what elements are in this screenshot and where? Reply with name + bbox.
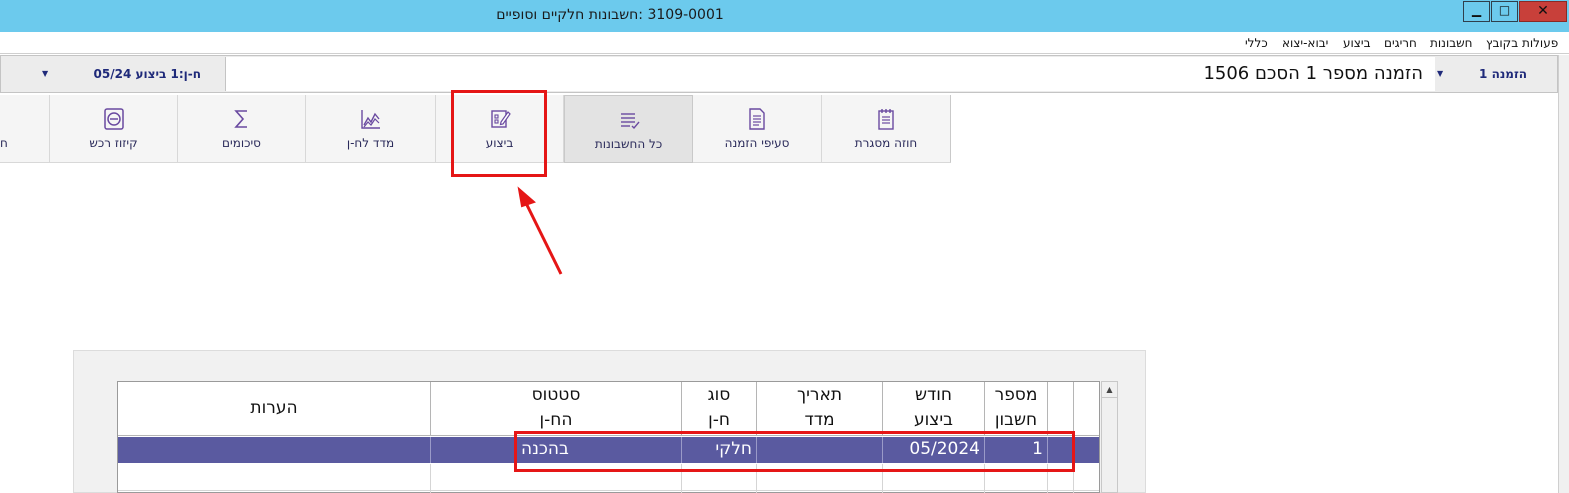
- header-status[interactable]: סטטוס הח-ן: [431, 382, 682, 436]
- tab-equipment-allocation[interactable]: קיזוז רכש: [50, 95, 178, 163]
- minimize-button[interactable]: ▁: [1463, 1, 1490, 22]
- header-type[interactable]: סוג ח-ן: [682, 382, 757, 436]
- menu-accounts[interactable]: חשבונות: [1430, 36, 1473, 50]
- menu-general[interactable]: כללי: [1245, 36, 1268, 50]
- header-exec-month[interactable]: חודש ביצוע: [883, 382, 985, 436]
- close-button[interactable]: ✕: [1519, 1, 1567, 22]
- menu-bar: פעולות בקובץ חשבונות חריגים ביצוע יבוא-י…: [0, 32, 1569, 54]
- cell-account-no[interactable]: 1: [985, 437, 1048, 463]
- header-type-line1: סוג: [707, 385, 731, 405]
- edit-form-icon: [436, 108, 563, 130]
- tab-execution-label: ביצוע: [485, 136, 514, 150]
- order-dropdown-arrow-icon[interactable]: ▼: [1437, 69, 1443, 78]
- header-notes[interactable]: הערות: [118, 382, 431, 436]
- empty-cell: [985, 464, 1048, 493]
- tab-frame-contract-label: חוזה מסגרת: [854, 136, 918, 150]
- empty-cell: [431, 464, 682, 493]
- cell-exec-month-value: 05/2024: [909, 439, 980, 459]
- tab-partial-left-label: ח: [0, 136, 8, 150]
- empty-cell: [757, 464, 883, 493]
- header-account-no[interactable]: מספר חשבון: [985, 382, 1048, 436]
- cell-notes[interactable]: [118, 437, 431, 463]
- order-field[interactable]: הזמנה מספר 1 הסכם 1506: [225, 57, 1435, 91]
- list-check-icon: [565, 109, 692, 131]
- tab-index-label: מדד לח-ן: [346, 136, 395, 150]
- header-marker-2: [1074, 382, 1099, 436]
- document-icon: [693, 108, 821, 130]
- header-account-no-line1: מספר: [994, 385, 1038, 405]
- empty-cell: [682, 464, 757, 493]
- tab-order-sections-label: סעיפי הזמנה: [724, 136, 790, 150]
- cell-exec-month[interactable]: 05/2024: [883, 437, 985, 463]
- menu-file-actions[interactable]: פעולות בקובץ: [1486, 36, 1558, 50]
- header-status-line2: הח-ן: [539, 410, 573, 430]
- tab-summaries-label: סיכומים: [222, 136, 261, 150]
- header-account-no-line2: חשבון: [994, 410, 1038, 430]
- tab-order-sections[interactable]: סעיפי הזמנה: [693, 95, 822, 163]
- header-status-line1: סטטוס: [531, 385, 581, 405]
- cell-marker-1: [1048, 437, 1074, 463]
- cell-type-value: חלקי: [715, 439, 752, 459]
- sigma-icon: [178, 108, 305, 130]
- menu-exceptions[interactable]: חריגים: [1384, 36, 1417, 50]
- tab-strip: ח קיזוז רכש סיכומים מדד לח-ן ביצוע כל הח…: [0, 94, 1569, 164]
- header-exec-month-line2: ביצוע: [914, 410, 953, 430]
- header-index-date-line1: תאריך: [796, 385, 843, 405]
- order-field-value: הזמנה מספר 1 הסכם 1506: [1203, 63, 1423, 84]
- tab-equipment-allocation-label: קיזוז רכש: [89, 136, 138, 150]
- header-index-date[interactable]: תאריך מדד: [757, 382, 883, 436]
- pointer-arrow-icon: [517, 186, 563, 275]
- minimize-icon: ▁: [1471, 3, 1482, 17]
- tab-summaries[interactable]: סיכומים: [178, 95, 306, 163]
- empty-cell: [883, 464, 985, 493]
- tab-all-accounts[interactable]: כל החשבונות: [564, 95, 693, 163]
- accounts-grid: הערות סטטוס הח-ן סוג ח-ן תאריך מדד חודש …: [117, 381, 1100, 493]
- title-bar: 3109-0001 :חשבונות חלקיים וסופיים ▁ □ ✕: [0, 0, 1569, 32]
- circle-minus-icon: [50, 108, 177, 130]
- tab-execution[interactable]: ביצוע: [436, 95, 564, 163]
- close-icon: ✕: [1537, 3, 1549, 19]
- row-divider: [118, 490, 1099, 491]
- tab-all-accounts-label: כל החשבונות: [594, 137, 663, 151]
- window-vertical-scrollbar[interactable]: [1558, 55, 1569, 493]
- line-chart-icon: [306, 108, 435, 130]
- window-title: 3109-0001 :חשבונות חלקיים וסופיים: [496, 7, 724, 23]
- tab-partial-left[interactable]: ח: [0, 95, 50, 163]
- grid-vertical-scrollbar[interactable]: ▲: [1101, 381, 1118, 493]
- header-index-date-line2: מדד: [804, 410, 835, 430]
- header-exec-month-line1: חודש: [914, 385, 953, 405]
- header-notes-label: הערות: [250, 398, 298, 418]
- cell-type[interactable]: חלקי: [682, 437, 757, 463]
- cell-index-date[interactable]: [757, 437, 883, 463]
- empty-cell: [1048, 464, 1074, 493]
- tab-frame-contract[interactable]: חוזה מסגרת: [822, 95, 951, 163]
- header-type-line2: ח-ן: [708, 410, 730, 430]
- maximize-icon: □: [1498, 3, 1511, 17]
- menu-execution[interactable]: ביצוע: [1343, 36, 1371, 50]
- account-dropdown-arrow-icon[interactable]: ▼: [42, 69, 48, 78]
- scroll-up-arrow-icon[interactable]: ▲: [1102, 382, 1117, 398]
- maximize-button[interactable]: □: [1491, 1, 1518, 22]
- order-selector[interactable]: הזמנה 1: [1449, 67, 1527, 81]
- account-selector[interactable]: ח-ן:1 ביצוע 05/24: [51, 67, 201, 81]
- app-window: 3109-0001 :חשבונות חלקיים וסופיים ▁ □ ✕ …: [0, 0, 1569, 493]
- cell-account-no-value: 1: [1032, 439, 1043, 459]
- cell-status-value: בהכנה: [521, 439, 569, 459]
- selector-bar: ▼ ח-ן:1 ביצוע 05/24 הזמנה מספר 1 הסכם 15…: [0, 55, 1558, 93]
- cell-status[interactable]: בהכנה: [431, 437, 682, 463]
- tab-index[interactable]: מדד לח-ן: [306, 95, 436, 163]
- menu-import-export[interactable]: יבוא-יצוא: [1282, 36, 1328, 50]
- header-marker-1: [1048, 382, 1074, 436]
- notebook-icon: [822, 108, 950, 130]
- empty-cell: [118, 464, 431, 493]
